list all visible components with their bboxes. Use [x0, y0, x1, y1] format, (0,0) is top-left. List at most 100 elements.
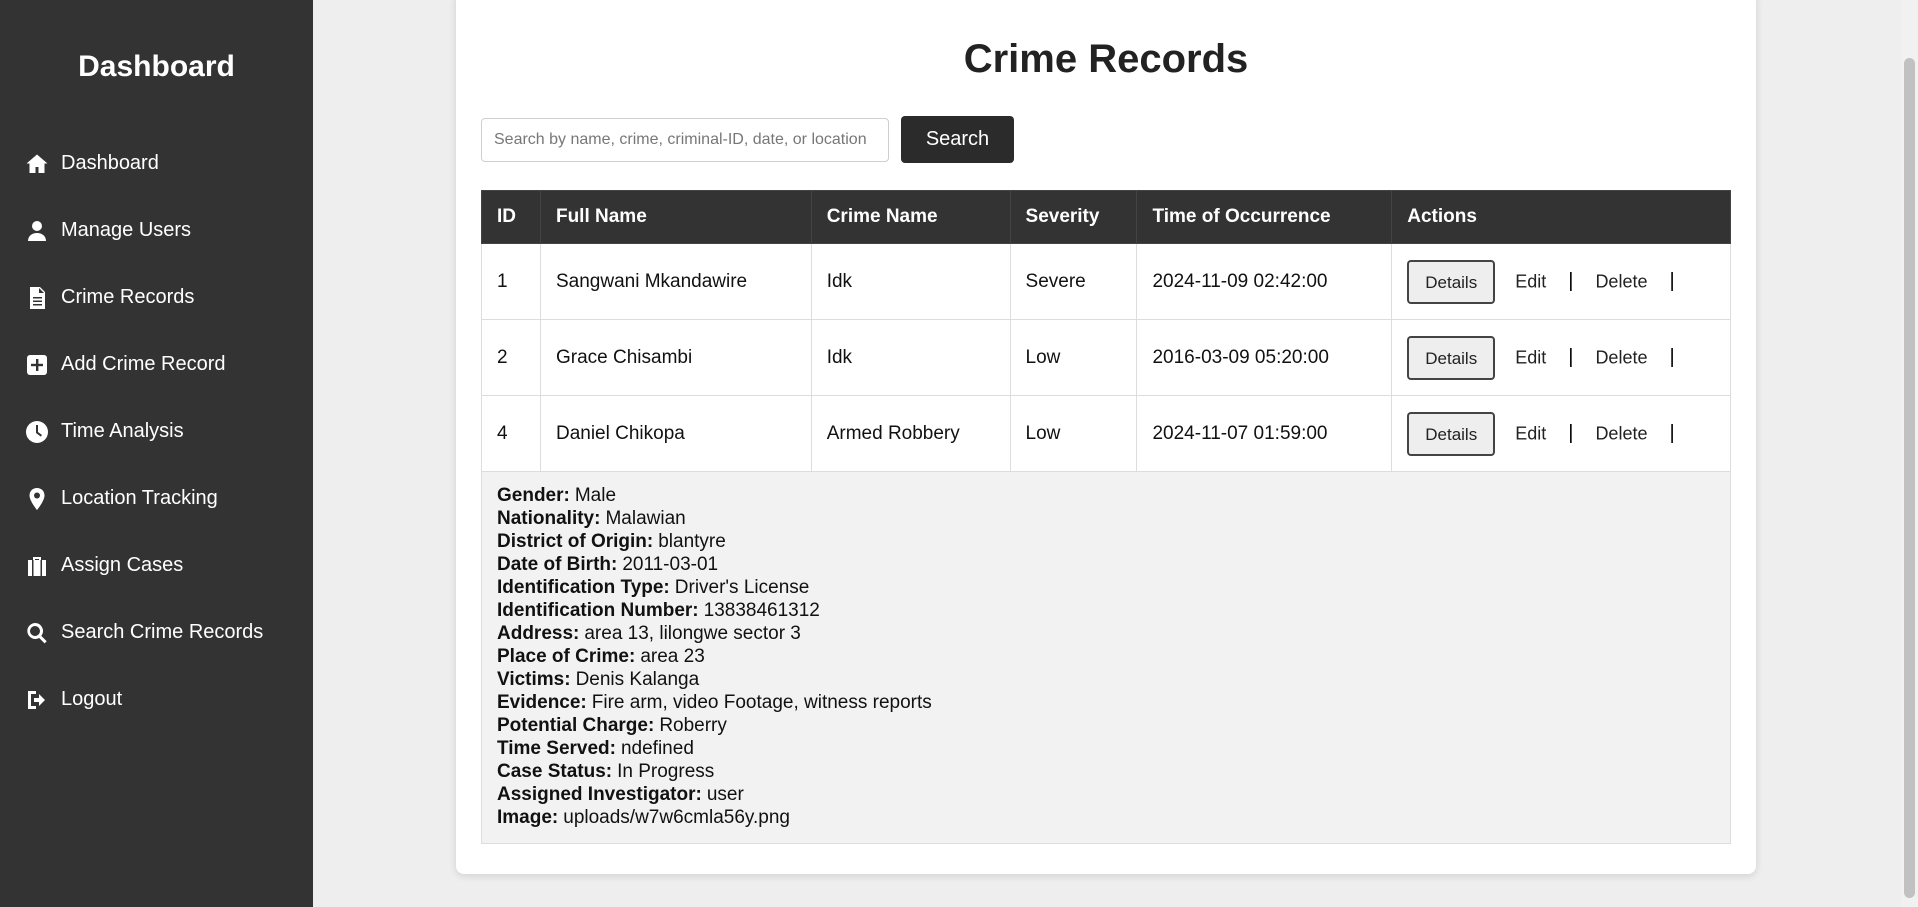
- sidebar-item-crime-records[interactable]: Crime Records: [0, 264, 313, 331]
- detail-value: Fire arm, video Footage, witness reports: [591, 692, 932, 713]
- details-panel: Gender: Male Nationality: Malawian Distric…: [481, 471, 1731, 844]
- detail-gender: Gender: Male: [497, 484, 1715, 507]
- detail-assigned-investigator: Assigned Investigator: user: [497, 783, 1715, 806]
- action-separator: |: [1568, 346, 1574, 368]
- table-row: 4 Daniel Chikopa Armed Robbery Low 2024-…: [481, 395, 1731, 472]
- clock-icon: [23, 418, 51, 446]
- detail-identification-number: Identification Number: 13838461312: [497, 599, 1715, 622]
- sidebar-item-dashboard[interactable]: Dashboard: [0, 130, 313, 197]
- user-icon: [23, 217, 51, 245]
- details-button[interactable]: Details: [1407, 335, 1496, 380]
- table-row: 2 Grace Chisambi Idk Low 2016-03-09 05:2…: [481, 319, 1731, 396]
- sidebar-item-manage-users[interactable]: Manage Users: [0, 197, 313, 264]
- page-scrollbar[interactable]: [1901, 0, 1918, 907]
- column-header-actions: Actions: [1391, 190, 1731, 244]
- cell-time: 2024-11-09 02:42:00: [1136, 243, 1393, 320]
- detail-label: Gender:: [497, 485, 570, 506]
- detail-victims: Victims: Denis Kalanga: [497, 668, 1715, 691]
- crime-records-panel: Crime Records Search ID Full Name Crime …: [456, 0, 1756, 874]
- sidebar-item-add-crime-record[interactable]: Add Crime Record: [0, 331, 313, 398]
- details-row: Gender: Male Nationality: Malawian Distric…: [481, 471, 1731, 844]
- sidebar-item-logout[interactable]: Logout: [0, 666, 313, 733]
- crime-records-table: ID Full Name Crime Name Severity Time of…: [481, 190, 1731, 844]
- detail-value: Driver's License: [674, 577, 810, 598]
- detail-value: 2011-03-01: [622, 554, 719, 575]
- map-pin-icon: [23, 485, 51, 513]
- sidebar-item-label: Assign Cases: [61, 554, 184, 576]
- detail-label: Potential Charge:: [497, 715, 655, 736]
- sidebar-item-label: Search Crime Records: [61, 621, 264, 643]
- detail-time-served: Time Served: ndefined: [497, 737, 1715, 760]
- detail-place-of-crime: Place of Crime: area 23: [497, 645, 1715, 668]
- cell-id: 4: [481, 395, 541, 472]
- sidebar-item-label: Manage Users: [61, 219, 192, 241]
- sidebar: Dashboard Dashboard Manage Users Crime R…: [0, 0, 313, 907]
- action-separator: |: [1669, 346, 1675, 368]
- cell-crime-name: Idk: [810, 243, 1011, 320]
- detail-label: Evidence:: [497, 692, 587, 713]
- detail-value: In Progress: [617, 761, 715, 782]
- delete-link[interactable]: Delete: [1595, 271, 1647, 291]
- scrollbar-thumb[interactable]: [1904, 58, 1915, 898]
- detail-value: Denis Kalanga: [575, 669, 700, 690]
- home-icon: [23, 150, 51, 178]
- cell-actions: Details Edit | Delete |: [1391, 243, 1731, 320]
- details-button[interactable]: Details: [1407, 411, 1496, 456]
- detail-label: District of Origin:: [497, 531, 654, 552]
- sidebar-item-search-crime-records[interactable]: Search Crime Records: [0, 599, 313, 666]
- action-separator: |: [1568, 270, 1574, 292]
- sidebar-item-location-tracking[interactable]: Location Tracking: [0, 465, 313, 532]
- sidebar-item-label: Dashboard: [61, 152, 159, 174]
- sidebar-item-label: Logout: [61, 688, 123, 710]
- cell-time: 2016-03-09 05:20:00: [1136, 319, 1393, 396]
- cell-time: 2024-11-07 01:59:00: [1136, 395, 1393, 472]
- table-header-row: ID Full Name Crime Name Severity Time of…: [481, 190, 1731, 244]
- cell-severity: Low: [1009, 319, 1138, 396]
- sidebar-item-label: Time Analysis: [61, 420, 184, 442]
- sidebar-nav: Dashboard Manage Users Crime Records Add…: [0, 130, 313, 733]
- cell-crime-name: Armed Robbery: [810, 395, 1011, 472]
- detail-value: user: [706, 784, 744, 805]
- detail-label: Nationality:: [497, 508, 601, 529]
- logout-icon: [23, 686, 51, 714]
- detail-label: Image:: [497, 807, 559, 828]
- briefcase-icon: [23, 552, 51, 580]
- search-button[interactable]: Search: [901, 116, 1014, 163]
- sidebar-item-label: Add Crime Record: [61, 353, 226, 375]
- detail-district-of-origin: District of Origin: blantyre: [497, 530, 1715, 553]
- delete-link[interactable]: Delete: [1595, 347, 1647, 367]
- edit-link[interactable]: Edit: [1515, 423, 1546, 443]
- details-button[interactable]: Details: [1407, 259, 1496, 304]
- detail-address: Address: area 13, lilongwe sector 3: [497, 622, 1715, 645]
- delete-link[interactable]: Delete: [1595, 423, 1647, 443]
- cell-full-name: Sangwani Mkandawire: [539, 243, 812, 320]
- edit-link[interactable]: Edit: [1515, 271, 1546, 291]
- cell-actions: Details Edit | Delete |: [1391, 395, 1731, 472]
- detail-label: Case Status:: [497, 761, 613, 782]
- action-separator: |: [1669, 422, 1675, 444]
- cell-actions: Details Edit | Delete |: [1391, 319, 1731, 396]
- cell-severity: Low: [1009, 395, 1138, 472]
- detail-value: Roberry: [659, 715, 727, 736]
- edit-link[interactable]: Edit: [1515, 347, 1546, 367]
- sidebar-item-assign-cases[interactable]: Assign Cases: [0, 532, 313, 599]
- detail-label: Time Served:: [497, 738, 616, 759]
- detail-label: Assigned Investigator:: [497, 784, 702, 805]
- detail-label: Date of Birth:: [497, 554, 618, 575]
- detail-case-status: Case Status: In Progress: [497, 760, 1715, 783]
- detail-nationality: Nationality: Malawian: [497, 507, 1715, 530]
- detail-value: ndefined: [620, 738, 694, 759]
- detail-label: Place of Crime:: [497, 646, 636, 667]
- detail-label: Victims:: [497, 669, 571, 690]
- column-header-severity: Severity: [1009, 190, 1138, 244]
- search-input[interactable]: [481, 118, 889, 162]
- column-header-crime-name: Crime Name: [810, 190, 1011, 244]
- cell-severity: Severe: [1009, 243, 1138, 320]
- sidebar-item-label: Crime Records: [61, 286, 195, 308]
- document-icon: [23, 284, 51, 312]
- detail-evidence: Evidence: Fire arm, video Footage, witnes…: [497, 691, 1715, 714]
- detail-value: uploads/w7w6cmla56y.png: [563, 807, 790, 828]
- column-header-time: Time of Occurrence: [1136, 190, 1393, 244]
- table-row: 1 Sangwani Mkandawire Idk Severe 2024-11…: [481, 243, 1731, 320]
- sidebar-item-time-analysis[interactable]: Time Analysis: [0, 398, 313, 465]
